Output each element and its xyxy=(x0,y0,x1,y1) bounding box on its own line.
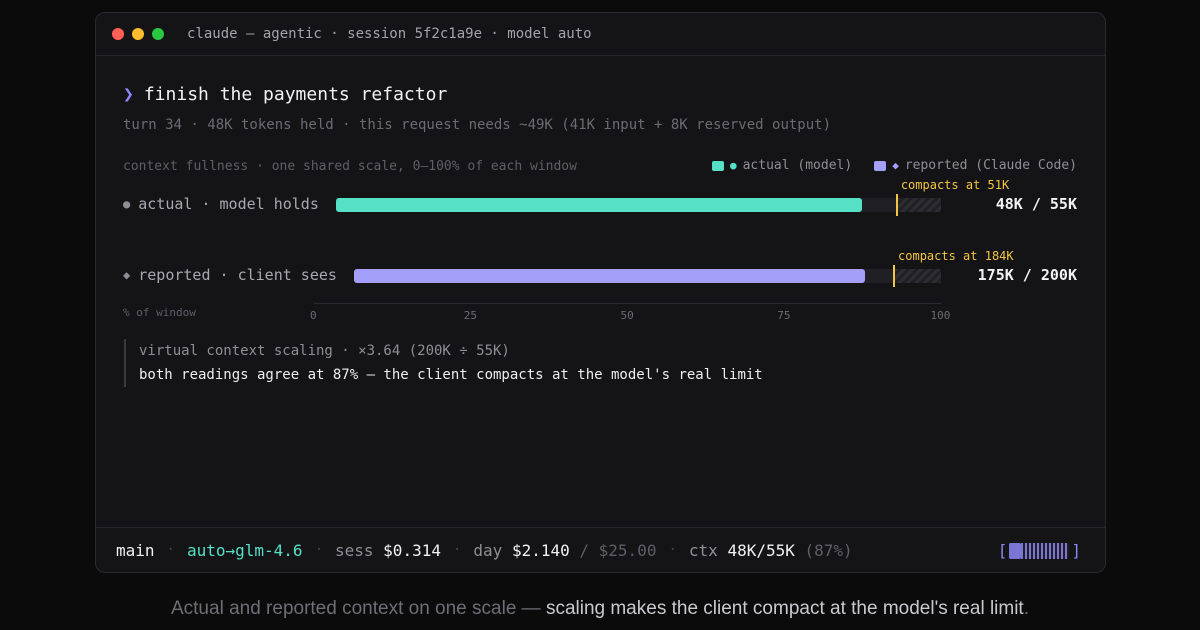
scaling-note-summary: both readings agree at 87% — the client … xyxy=(139,367,763,383)
compaction-marker-actual xyxy=(895,194,898,216)
value-label-reported: 175K / 200K xyxy=(977,266,1077,284)
x-tick-label: 75 xyxy=(777,309,791,322)
day-cost-label: day xyxy=(473,540,503,560)
x-tick-label: 25 xyxy=(463,309,477,322)
legend-actual-swatch xyxy=(711,160,724,171)
day-cost: $2.140 xyxy=(511,540,570,560)
bar-overflow-hatch-actual xyxy=(896,198,941,212)
context-usage: 48K/55K xyxy=(727,540,795,560)
diamond-icon: ◆ xyxy=(123,268,131,282)
terminal-window: claude — agentic · session 5f2c1a9e · mo… xyxy=(95,12,1106,573)
git-branch: main xyxy=(116,540,155,560)
model-route: auto→glm-4.6 xyxy=(186,540,303,560)
compaction-marker-reported xyxy=(893,265,896,287)
close-window-button[interactable] xyxy=(112,28,124,40)
figure-caption: Actual and reported context on one scale… xyxy=(0,598,1200,620)
compaction-label-reported: compacts at 184K xyxy=(898,249,1014,263)
x-axis-label: % of window xyxy=(123,306,196,319)
session-cost: $0.314 xyxy=(383,540,441,560)
window-title: claude — agentic · session 5f2c1a9e · mo… xyxy=(187,26,592,42)
legend-reported-label: reported (Claude Code) xyxy=(904,158,1077,173)
legend-actual-label: actual (model) xyxy=(742,158,853,173)
legend-reported-swatch xyxy=(874,160,887,171)
context-gauge: [ ] xyxy=(998,541,1081,560)
row-label-reported: ◆ reported · client sees xyxy=(123,266,337,284)
maximize-window-button[interactable] xyxy=(152,28,164,40)
x-axis-line xyxy=(314,303,941,304)
chart-legend: ● actual (model) ◆ reported (Claude Code… xyxy=(711,158,1077,173)
chart-caption: context fullness · one shared scale, 0–1… xyxy=(123,159,577,174)
x-tick-label: 100 xyxy=(930,309,951,322)
compaction-label-actual: compacts at 51K xyxy=(900,178,1010,192)
scaling-note-detail: virtual context scaling · ×3.64 (200K ÷ … xyxy=(139,343,510,359)
bar-overflow-hatch-reported xyxy=(894,269,941,283)
scaling-note: virtual context scaling · ×3.64 (200K ÷ … xyxy=(124,339,763,387)
bar-track-reported xyxy=(354,269,941,283)
x-tick-label: 50 xyxy=(620,309,634,322)
prompt-line: ❯ finish the payments refactor xyxy=(123,84,447,105)
row-label-actual-text: actual · model holds xyxy=(138,195,319,213)
context-percent: (87%) xyxy=(804,540,853,560)
gauge-fill xyxy=(1009,542,1022,559)
bar-actual xyxy=(336,198,863,212)
bar-reported xyxy=(354,269,865,283)
value-label-actual: 48K / 55K xyxy=(995,195,1077,213)
gauge-close-bracket: ] xyxy=(1071,541,1081,560)
turn-summary: turn 34 · 48K tokens held · this request… xyxy=(123,117,832,133)
caption-end: . xyxy=(1023,598,1029,619)
bar-track-actual xyxy=(336,198,941,212)
row-label-actual: ● actual · model holds xyxy=(123,195,319,213)
legend-reported-diamond-icon: ◆ xyxy=(892,159,899,172)
gauge-track xyxy=(1009,542,1070,559)
legend-actual-dot-icon: ● xyxy=(729,159,737,172)
context-label: ctx xyxy=(688,540,718,560)
minimize-window-button[interactable] xyxy=(132,28,144,40)
prompt-chevron-icon: ❯ xyxy=(123,84,134,105)
session-cost-label: sess xyxy=(335,540,374,560)
day-budget: / $25.00 xyxy=(579,540,657,560)
x-tick-label: 0 xyxy=(310,309,317,322)
prompt-text: finish the payments refactor xyxy=(143,84,448,105)
title-bar: claude — agentic · session 5f2c1a9e · mo… xyxy=(96,13,1105,56)
gauge-open-bracket: [ xyxy=(997,541,1008,560)
row-label-reported-text: reported · client sees xyxy=(138,266,337,284)
caption-lead: Actual and reported context on one scale… xyxy=(170,598,546,619)
status-bar: main · auto→glm-4.6 · sess $0.314 · day … xyxy=(96,527,1105,572)
dot-icon: ● xyxy=(123,197,131,211)
caption-emphasis: scaling makes the client compact at the … xyxy=(545,598,1024,619)
